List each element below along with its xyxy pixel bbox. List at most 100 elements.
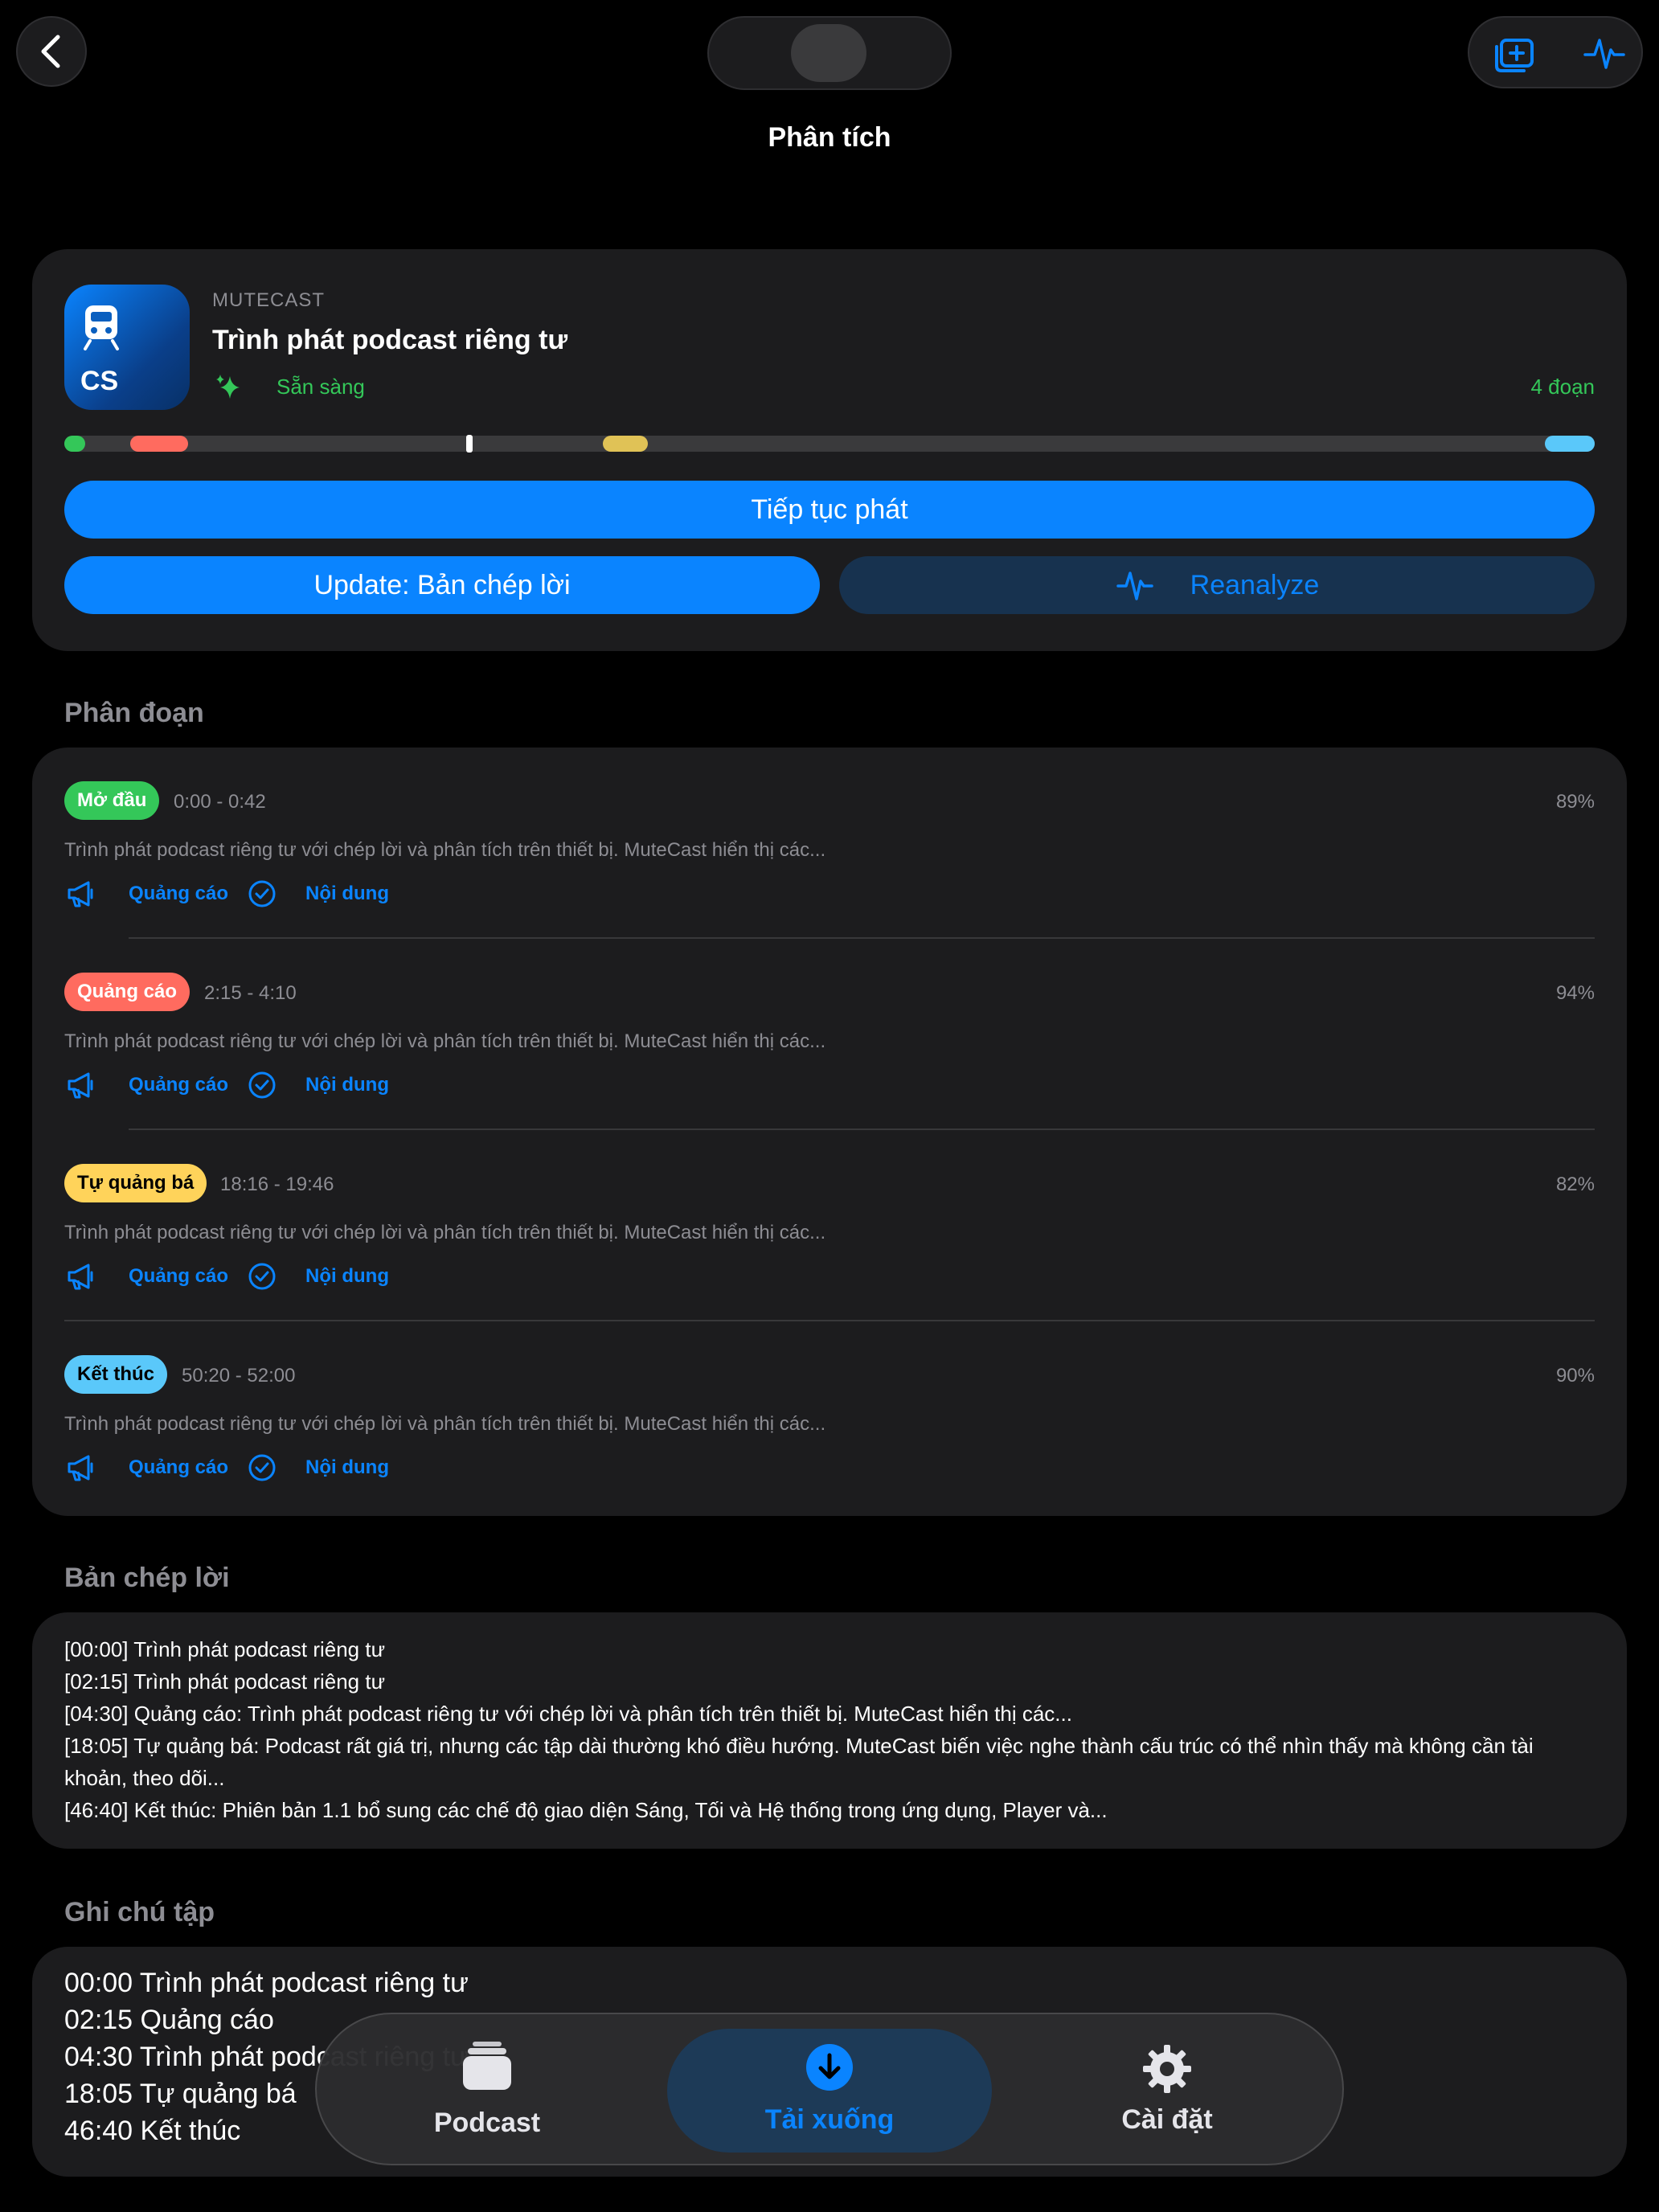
page-title: Phân tích — [768, 122, 891, 153]
check-circle-icon — [248, 880, 276, 907]
segment-row[interactable]: Kết thúc 50:20 - 52:00 90% Trình phát po… — [32, 1321, 1627, 1513]
mark-content-label: Nội dung — [305, 1456, 389, 1478]
transcript-text: [00:00] Trình phát podcast riêng tư [02:… — [64, 1633, 1595, 1826]
download-circle-icon — [806, 2044, 853, 2091]
tab-podcasts[interactable]: Podcast — [367, 2014, 608, 2167]
status-label: Sẵn sàng — [276, 375, 365, 399]
mark-content-button[interactable]: Nội dung — [248, 1262, 389, 1291]
tab-settings[interactable]: Cài đặt — [1047, 2014, 1288, 2167]
segments-section-title: Phân đoạn — [64, 698, 204, 728]
mark-content-button[interactable]: Nội dung — [248, 879, 389, 908]
segment-confidence: 90% — [1555, 1365, 1595, 1387]
segment-description: Trình phát podcast riêng tư với chép lời… — [64, 839, 826, 861]
mark-content-label: Nội dung — [305, 1074, 389, 1096]
mark-ad-label: Quảng cáo — [129, 1456, 229, 1478]
check-circle-icon — [248, 1454, 276, 1481]
reanalyze-button[interactable]: Reanalyze — [839, 556, 1595, 614]
mark-ad-label: Quảng cáo — [129, 1074, 229, 1096]
mark-ad-button[interactable]: Quảng cáo — [64, 1260, 228, 1292]
megaphone-icon — [68, 881, 93, 907]
timeline-marker-outro — [1545, 436, 1595, 452]
episode-title: Trình phát podcast riêng tư — [212, 325, 568, 355]
center-toggle[interactable] — [707, 16, 952, 90]
toolbar-actions — [1468, 16, 1643, 88]
segment-description: Trình phát podcast riêng tư với chép lời… — [64, 1030, 826, 1052]
resume-play-button[interactable]: Tiếp tục phát — [64, 481, 1595, 539]
segment-badge: Kết thúc — [64, 1355, 167, 1394]
segment-actions: Quảng cáo Nội dung — [64, 1067, 389, 1103]
transcript-line: [18:05] Tự quảng bá: Podcast rất giá trị… — [64, 1734, 1534, 1790]
segment-description: Trình phát podcast riêng tư với chép lời… — [64, 1413, 826, 1435]
mark-content-label: Nội dung — [305, 1265, 389, 1287]
mark-content-button[interactable]: Nội dung — [248, 1453, 389, 1482]
segment-actions: Quảng cáo Nội dung — [64, 1259, 389, 1294]
segment-badge: Mở đầu — [64, 781, 160, 820]
segment-actions: Quảng cáo Nội dung — [64, 1450, 389, 1485]
playhead[interactable] — [466, 435, 473, 453]
timeline-marker-ad — [130, 436, 188, 452]
megaphone-icon — [68, 1072, 93, 1099]
mark-ad-button[interactable]: Quảng cáo — [64, 878, 228, 910]
segment-time: 0:00 - 0:42 — [174, 791, 266, 813]
stack-icon — [463, 2042, 511, 2090]
notes-section-title: Ghi chú tập — [64, 1897, 215, 1927]
segment-time: 50:20 - 52:00 — [182, 1365, 296, 1387]
tab-downloads[interactable]: Tải xuống — [709, 2014, 950, 2167]
transcript-line: [02:15] Trình phát podcast riêng tư — [64, 1669, 385, 1694]
segment-badge: Quảng cáo — [64, 973, 190, 1011]
chevron-left-icon — [41, 35, 60, 68]
transcript-card: [00:00] Trình phát podcast riêng tư [02:… — [32, 1612, 1627, 1849]
transcript-section-title: Bản chép lời — [64, 1563, 230, 1593]
transcript-line: [04:30] Quảng cáo: Trình phát podcast ri… — [64, 1702, 1072, 1726]
megaphone-icon — [68, 1455, 93, 1481]
back-button[interactable] — [16, 16, 87, 87]
toggle-knob — [791, 24, 866, 82]
resume-play-label: Tiếp tục phát — [751, 494, 908, 525]
update-transcript-button[interactable]: Update: Bản chép lời — [64, 556, 820, 614]
segment-row[interactable]: Quảng cáo 2:15 - 4:10 94% Trình phát pod… — [32, 939, 1627, 1130]
tab-label: Cài đặt — [1121, 2104, 1213, 2135]
transcript-line: [00:00] Trình phát podcast riêng tư — [64, 1637, 385, 1661]
megaphone-icon — [68, 1264, 93, 1290]
segment-timeline[interactable] — [64, 435, 1595, 453]
segment-confidence: 82% — [1555, 1174, 1595, 1195]
timeline-marker-intro — [64, 436, 85, 452]
segment-time: 18:16 - 19:46 — [220, 1174, 334, 1195]
add-to-queue-button[interactable] — [1490, 31, 1538, 76]
tab-label: Podcast — [433, 2108, 541, 2138]
segment-count: 4 đoạn — [1530, 375, 1595, 399]
app-icon: CS — [64, 285, 190, 410]
segments-card: Mở đầu 0:00 - 0:42 89% Trình phát podcas… — [32, 748, 1627, 1516]
check-circle-icon — [248, 1071, 276, 1099]
notes-line: 00:00 Trình phát podcast riêng tư — [64, 1968, 469, 1998]
mark-ad-label: Quảng cáo — [129, 883, 229, 904]
segment-row[interactable]: Tự quảng bá 18:16 - 19:46 82% Trình phát… — [32, 1130, 1627, 1321]
tab-label: Tải xuống — [764, 2104, 895, 2135]
reanalyze-label: Reanalyze — [1190, 569, 1320, 600]
tab-bar: Podcast Tải xuống Cài đặt — [315, 2013, 1344, 2165]
mark-content-label: Nội dung — [305, 883, 389, 904]
timeline-marker-promo — [603, 436, 648, 452]
mark-content-button[interactable]: Nội dung — [248, 1071, 389, 1100]
mark-ad-button[interactable]: Quảng cáo — [64, 1452, 228, 1484]
segment-row[interactable]: Mở đầu 0:00 - 0:42 89% Trình phát podcas… — [32, 748, 1627, 939]
episode-card: CS MUTECAST Trình phát podcast riêng tư … — [32, 249, 1627, 651]
transcript-line: [46:40] Kết thúc: Phiên bản 1.1 bổ sung … — [64, 1798, 1108, 1822]
check-circle-icon — [248, 1263, 276, 1290]
mark-ad-button[interactable]: Quảng cáo — [64, 1069, 228, 1101]
segment-badge: Tự quảng bá — [64, 1164, 207, 1202]
waveform-icon — [1583, 39, 1625, 69]
brand-label: MUTECAST — [212, 289, 325, 311]
sparkle-icon — [216, 375, 240, 399]
waveform-icon — [1116, 571, 1153, 600]
segment-actions: Quảng cáo Nội dung — [64, 876, 389, 911]
segment-confidence: 89% — [1555, 791, 1595, 813]
analysis-button[interactable] — [1582, 32, 1627, 74]
segment-confidence: 94% — [1555, 982, 1595, 1004]
gear-icon — [1143, 2045, 1191, 2093]
segment-description: Trình phát podcast riêng tư với chép lời… — [64, 1222, 826, 1243]
segment-time: 2:15 - 4:10 — [204, 982, 297, 1004]
add-to-queue-icon — [1495, 39, 1534, 72]
mark-ad-label: Quảng cáo — [129, 1265, 229, 1287]
app-icon-text: CS — [80, 366, 119, 396]
